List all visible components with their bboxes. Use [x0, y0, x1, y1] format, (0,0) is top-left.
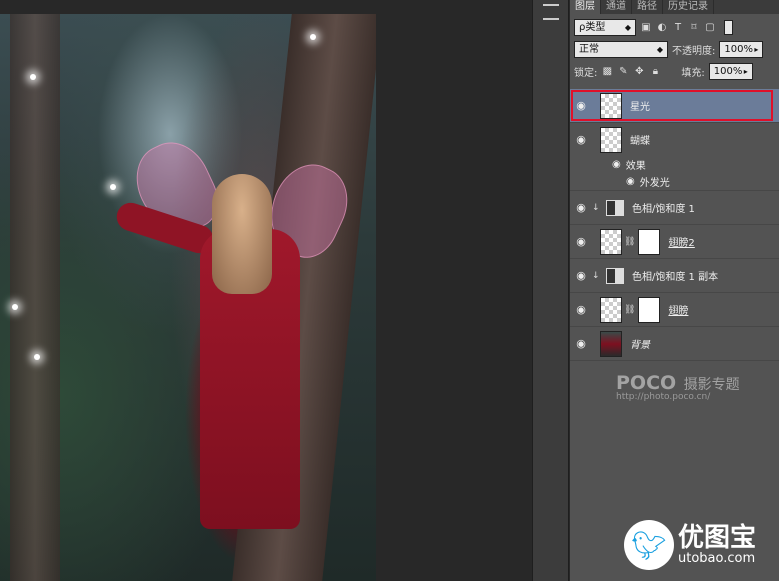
blend-mode-select[interactable]: 正常 ◆ — [574, 40, 668, 58]
shape-filter-icon[interactable]: ⌑ — [688, 21, 700, 33]
panel-tabs: 图层 通道 路径 历史记录 — [570, 0, 779, 14]
utobao-text: 优图宝 utobao.com — [678, 524, 756, 566]
layer-row[interactable]: ◉ ↓ 色相/饱和度 1 副本 — [570, 259, 779, 293]
sparkle — [34, 354, 40, 360]
layer-thumbnail — [600, 92, 622, 119]
visibility-eye-icon[interactable]: ◉ — [570, 201, 592, 214]
tree-trunk-left — [10, 14, 60, 581]
layer-name[interactable]: 色相/饱和度 1 — [632, 200, 695, 215]
layer-name[interactable]: 背景 — [630, 336, 650, 351]
fill-label: 填充: — [681, 67, 705, 79]
type-filter-icon[interactable]: T — [672, 21, 684, 33]
layer-row[interactable]: ◉ 蝴蝶 — [570, 123, 779, 156]
utobao-en: utobao.com — [678, 551, 756, 566]
chain-link-icon[interactable]: ⛓ — [624, 237, 635, 247]
layer-effect-row[interactable]: ◉ 外发光 — [570, 172, 779, 191]
fill-input[interactable]: 100% ▸ — [708, 62, 753, 80]
chevron-down-icon: ◆ — [624, 22, 631, 32]
layer-thumbnail — [600, 228, 622, 255]
layer-name[interactable]: 星光 — [630, 98, 650, 113]
sparkle — [310, 34, 316, 40]
document-photo[interactable] — [0, 14, 376, 581]
visibility-eye-icon[interactable]: ◉ — [570, 269, 592, 282]
opacity-label: 不透明度: — [672, 45, 716, 57]
visibility-eye-icon[interactable]: ◉ — [570, 133, 592, 146]
layer-mask-thumbnail[interactable] — [638, 228, 661, 255]
visibility-eye-icon[interactable]: ◉ — [570, 235, 592, 248]
visibility-eye-icon[interactable]: ◉ — [612, 159, 621, 170]
lock-row: 锁定: ▩ ✎ ✥ 🔒︎ 填充: 100% ▸ — [570, 60, 779, 82]
effect-name: 外发光 — [639, 177, 670, 189]
poco-watermark: POCO 摄影专题 http://photo.poco.cn/ — [616, 372, 740, 402]
smart-object-filter-icon[interactable]: ▢ — [704, 21, 716, 33]
visibility-eye-icon[interactable]: ◉ — [570, 337, 592, 350]
tab-channels[interactable]: 通道 — [601, 0, 632, 14]
layer-name[interactable]: 色相/饱和度 1 副本 — [632, 268, 718, 283]
layer-row[interactable]: ◉ ↓ 色相/饱和度 1 — [570, 191, 779, 225]
lock-transparency-icon[interactable]: ▩ — [601, 65, 613, 77]
layer-row[interactable]: ◉ 星光 — [570, 89, 779, 123]
filter-type-select[interactable]: ρ类型 ◆ — [574, 18, 636, 36]
lock-label: 锁定: — [574, 67, 598, 79]
layer-list: ◉ 星光 ◉ 蝴蝶 ◉ 效果 ◉ 外发光 ◉ ↓ 色相/饱和度 1 ◉ ⛓ 翅膀… — [570, 89, 779, 361]
chevron-down-icon: ▸ — [754, 44, 759, 54]
opacity-input[interactable]: 100% ▸ — [719, 40, 764, 58]
clip-arrow-icon: ↓ — [592, 202, 600, 213]
poco-logo-cn: 摄影专题 — [683, 377, 740, 393]
lock-all-icon[interactable]: 🔒︎ — [649, 65, 661, 77]
effects-label: 效果 — [625, 160, 646, 172]
adjustment-filter-icon[interactable]: ◐ — [656, 21, 668, 33]
filter-row: ρ类型 ◆ ▣ ◐ T ⌑ ▢ — [570, 16, 779, 38]
lock-move-icon[interactable]: ✥ — [633, 65, 645, 77]
background-thumbnail — [600, 330, 622, 357]
filter-toggle-icon[interactable] — [724, 19, 733, 35]
chain-link-icon[interactable]: ⛓ — [624, 305, 635, 315]
layer-effects-row[interactable]: ◉ 效果 — [570, 156, 779, 172]
layer-mask-thumbnail[interactable] — [638, 296, 661, 323]
layer-name[interactable]: 蝴蝶 — [630, 132, 650, 147]
pixel-filter-icon[interactable]: ▣ — [640, 21, 652, 33]
bird-logo-icon: 🐦︎ — [624, 520, 674, 570]
layer-thumbnail — [600, 296, 622, 323]
lock-paint-icon[interactable]: ✎ — [617, 65, 629, 77]
tab-history[interactable]: 历史记录 — [663, 0, 714, 14]
utobao-cn: 优图宝 — [678, 523, 757, 553]
poco-logo: POCO — [616, 372, 677, 394]
layer-name[interactable]: 翅膀 — [668, 302, 688, 317]
sparkle — [110, 184, 116, 190]
layer-thumbnail — [600, 126, 622, 153]
clip-arrow-icon: ↓ — [592, 270, 600, 281]
filter-type-value: ρ类型 — [579, 21, 606, 33]
adjustment-layer-icon — [606, 267, 624, 284]
visibility-eye-icon[interactable]: ◉ — [570, 99, 592, 112]
hair — [212, 174, 272, 294]
visibility-eye-icon[interactable]: ◉ — [570, 303, 592, 316]
visibility-eye-icon[interactable]: ◉ — [626, 176, 635, 187]
panel-dock-strip — [532, 0, 569, 581]
layer-name[interactable]: 翅膀2 — [668, 234, 694, 249]
blend-row: 正常 ◆ 不透明度: 100% ▸ — [570, 38, 779, 60]
tab-paths[interactable]: 路径 — [632, 0, 663, 14]
layer-row[interactable]: ◉ ⛓ 翅膀2 — [570, 225, 779, 259]
chevron-down-icon: ▸ — [743, 66, 748, 76]
blend-mode-value: 正常 — [579, 43, 599, 55]
panel-options-icon[interactable] — [543, 4, 559, 20]
sparkle — [12, 304, 18, 310]
canvas-area[interactable] — [0, 0, 532, 581]
fill-value: 100% — [713, 65, 743, 77]
chevron-down-icon: ◆ — [656, 44, 663, 54]
sparkle — [30, 74, 36, 80]
utobao-brand: 🐦︎ 优图宝 utobao.com — [624, 520, 756, 570]
opacity-value: 100% — [724, 43, 753, 55]
adjustment-layer-icon — [606, 199, 624, 216]
layer-row[interactable]: ◉ ⛓ 翅膀 — [570, 293, 779, 327]
tab-layers[interactable]: 图层 — [570, 0, 601, 14]
layer-row[interactable]: ◉ 背景 — [570, 327, 779, 361]
